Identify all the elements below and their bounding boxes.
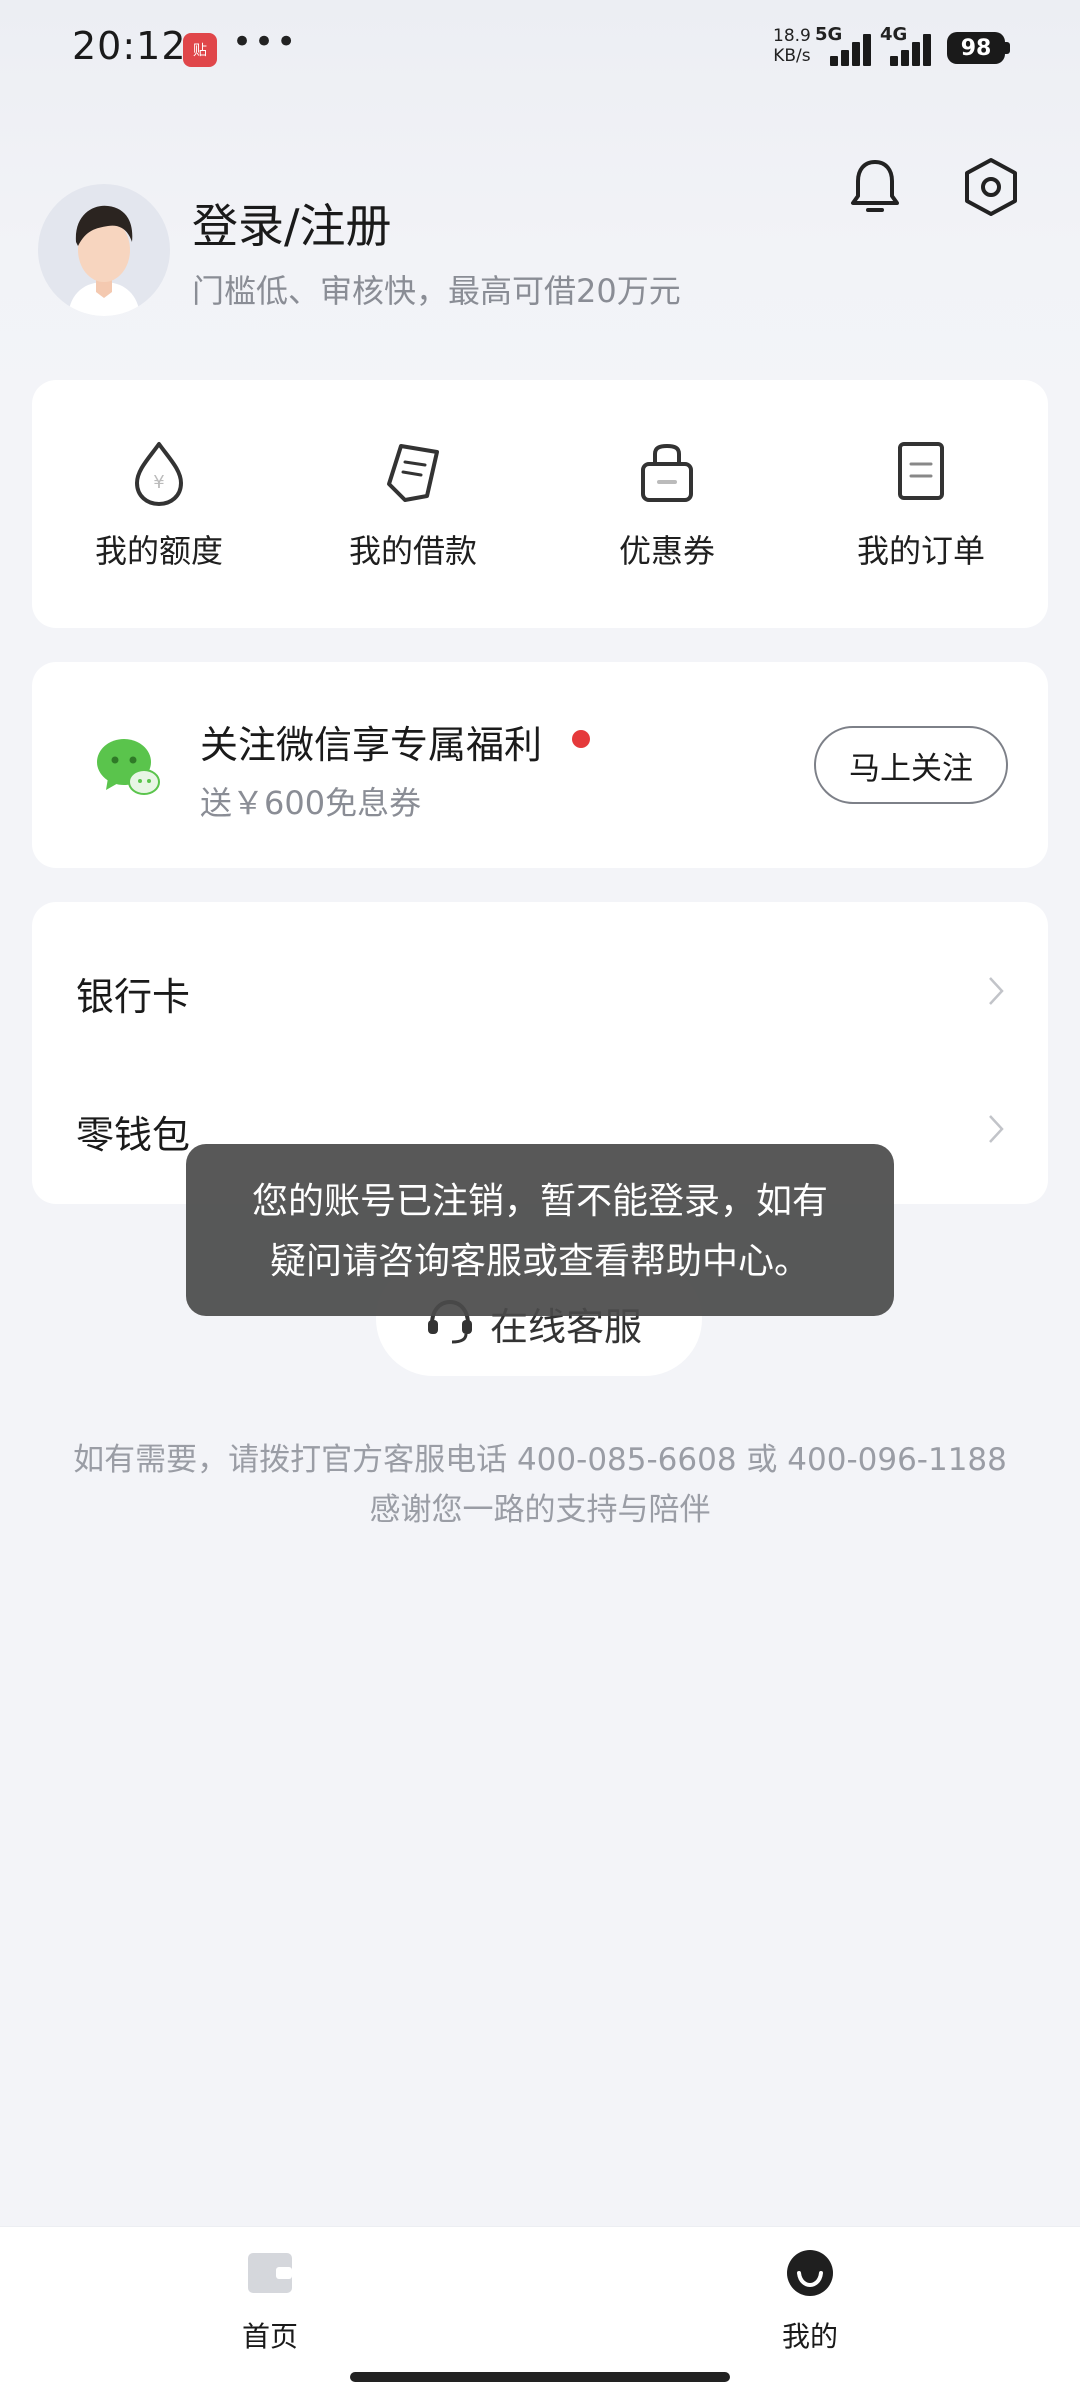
order-doc-icon (891, 438, 951, 508)
signal-5g-icon (830, 30, 876, 66)
thanks-hint: 感谢您一路的支持与陪伴 (369, 1492, 711, 1528)
quick-actions-card: ¥ 我的额度 我的借款 优惠券 我的订单 (32, 380, 1048, 628)
signal-4g-icon (890, 30, 936, 66)
home-wallet-icon (246, 2249, 294, 2297)
quick-action-label: 我的订单 (856, 532, 985, 570)
quick-action-loans[interactable]: 我的借款 (286, 380, 540, 628)
nav-tab-label: 首页 (241, 2320, 298, 2353)
network-speed: 18.9 KB/s (773, 26, 811, 66)
svg-text:¥: ¥ (153, 472, 164, 493)
login-subtitle: 门槛低、审核快，最高可借20万元 (192, 272, 681, 310)
settings-icon[interactable] (962, 156, 1020, 218)
avatar[interactable] (38, 184, 170, 316)
hotline-hint: 如有需要，请拨打官方客服电话 400-085-6608 或 400-096-11… (73, 1442, 1007, 1478)
status-time: 20:12 (72, 24, 187, 68)
menu-item-label: 零钱包 (76, 1113, 191, 1157)
follow-now-button[interactable]: 马上关注 (814, 726, 1008, 804)
nav-tab-home[interactable]: 首页 (180, 2249, 360, 2369)
wechat-promo-title: 关注微信享专属福利 (200, 723, 543, 767)
coupon-bag-icon (637, 438, 697, 508)
account-cancelled-toast: 您的账号已注销，暂不能登录，如有 疑问请咨询客服或查看帮助中心。 (186, 1144, 894, 1316)
network-speed-unit: KB/s (773, 46, 811, 66)
home-indicator[interactable] (350, 2372, 730, 2382)
menu-item-label: 银行卡 (76, 975, 191, 1019)
chevron-right-icon (988, 976, 1004, 1006)
more-notifications-icon: ••• (232, 22, 299, 62)
nav-tab-label: 我的 (781, 2320, 838, 2353)
app-notification-icon: 贴 (183, 33, 217, 67)
quick-action-label: 我的借款 (348, 532, 477, 570)
wechat-icon (96, 734, 160, 798)
toast-line-2: 疑问请咨询客服或查看帮助中心。 (269, 1241, 810, 1282)
quick-action-label: 我的额度 (94, 532, 223, 570)
network-speed-value: 18.9 (773, 26, 811, 46)
quick-action-credit[interactable]: ¥ 我的额度 (32, 380, 286, 628)
bell-icon[interactable] (848, 156, 902, 216)
toast-line-1: 您的账号已注销，暂不能登录，如有 (251, 1181, 828, 1222)
nav-tab-profile[interactable]: 我的 (720, 2249, 900, 2369)
loan-note-icon (383, 438, 443, 508)
quick-action-coupons[interactable]: 优惠券 (540, 380, 794, 628)
wechat-promo-subtitle: 送￥600免息券 (200, 784, 422, 822)
quick-action-label: 优惠券 (618, 532, 715, 570)
credit-drop-icon: ¥ (129, 438, 189, 508)
menu-item-bank-card[interactable]: 银行卡 (32, 926, 1048, 1056)
login-register-link[interactable]: 登录/注册 (192, 190, 392, 256)
red-dot-badge (572, 730, 590, 748)
profile-smile-icon (786, 2249, 834, 2297)
battery-tip (1005, 42, 1010, 54)
wechat-promo-card[interactable]: 关注微信享专属福利 送￥600免息券 马上关注 (32, 662, 1048, 868)
status-bar: 20:12 贴 ••• 18.9 KB/s 5G 4G 98 (0, 0, 1080, 100)
chevron-right-icon (988, 1114, 1004, 1144)
battery-icon: 98 (947, 32, 1005, 64)
quick-action-orders[interactable]: 我的订单 (794, 380, 1048, 628)
